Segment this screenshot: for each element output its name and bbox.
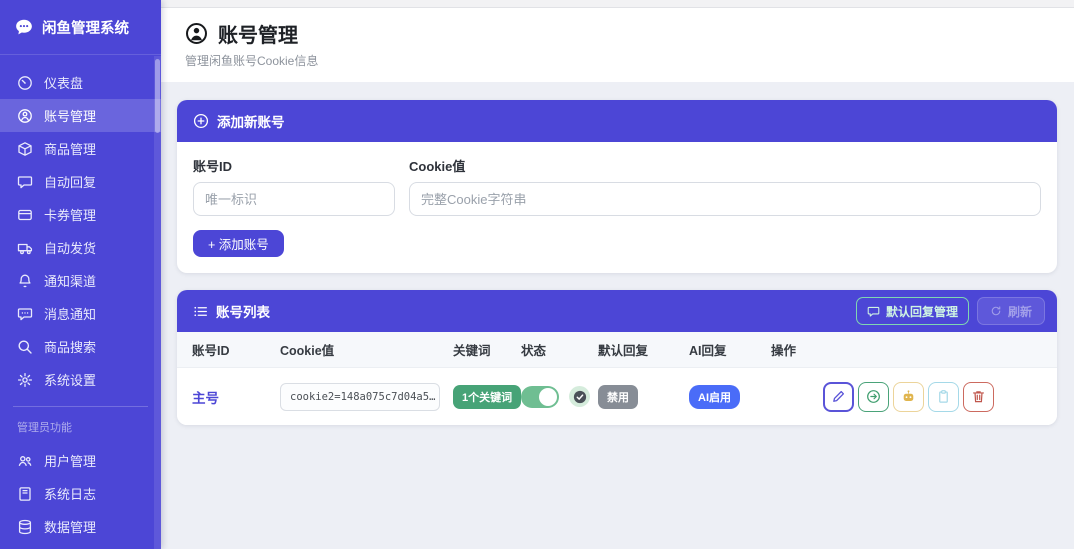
content: 添加新账号 账号ID Cookie值 + 添加账号 xyxy=(161,82,1074,549)
sidebar-item-user-management[interactable]: 用户管理 xyxy=(0,444,161,477)
gauge-icon xyxy=(17,75,33,91)
person-circle-icon xyxy=(185,22,208,45)
sidebar-item-system-logs[interactable]: 系统日志 xyxy=(0,477,161,510)
people-icon xyxy=(17,453,33,469)
page-subtitle: 管理闲鱼账号Cookie信息 xyxy=(185,54,319,68)
copy-button[interactable] xyxy=(928,381,959,412)
chat-dots-icon xyxy=(17,306,33,322)
col-header-cookie: Cookie值 xyxy=(280,344,335,358)
sidebar-item-label: 自动发货 xyxy=(44,241,97,256)
ai-reply-badge: AI启用 xyxy=(689,384,740,409)
cookie-value-input[interactable] xyxy=(409,182,1041,216)
sidebar-item-accounts[interactable]: 账号管理 xyxy=(0,99,161,132)
toggle-knob xyxy=(539,387,557,406)
add-account-card-header: 添加新账号 xyxy=(177,100,1057,142)
account-id-link[interactable]: 主号 xyxy=(192,391,219,406)
default-reply-badge: 禁用 xyxy=(598,384,638,409)
delete-button[interactable] xyxy=(963,381,994,412)
sidebar-item-auto-ship[interactable]: 自动发货 xyxy=(0,231,161,264)
add-account-button[interactable]: + 添加账号 xyxy=(193,230,284,257)
person-icon xyxy=(17,108,33,124)
sidebar-scrollbar-thumb[interactable] xyxy=(155,59,160,133)
app-logo: 闲鱼管理系统 xyxy=(0,0,161,55)
col-header-keywords: 关键词 xyxy=(453,344,491,358)
table-header-row: 账号ID Cookie值 关键词 状态 默认回复 AI回复 操作 xyxy=(177,332,1057,368)
account-list-card-title: 账号列表 xyxy=(216,305,270,320)
sidebar-item-label: 系统日志 xyxy=(44,487,97,502)
clipboard-icon xyxy=(936,389,951,404)
database-icon xyxy=(17,519,33,535)
plus-circle-icon xyxy=(193,113,209,129)
add-account-form: 账号ID Cookie值 + 添加账号 xyxy=(177,142,1057,273)
robot-icon xyxy=(901,389,916,404)
sidebar-item-dashboard[interactable]: 仪表盘 xyxy=(0,66,161,99)
sidebar-item-message-notify[interactable]: 消息通知 xyxy=(0,297,161,330)
sidebar-nav: 仪表盘 账号管理 商品管理 自动回复 卡券管理 自动发货 通知渠道 消息通知 商… xyxy=(0,55,161,543)
sidebar-item-notify-channels[interactable]: 通知渠道 xyxy=(0,264,161,297)
sidebar-item-label: 卡券管理 xyxy=(44,208,97,223)
journal-icon xyxy=(17,486,33,502)
cookie-value-display: cookie2=148a075c7d04a5… xyxy=(280,382,440,411)
arrow-right-circle-icon xyxy=(866,389,881,404)
col-header-actions: 操作 xyxy=(771,344,797,358)
cookie-value-label: Cookie值 xyxy=(409,159,466,174)
trash-icon xyxy=(971,389,986,404)
default-reply-manage-button[interactable]: 默认回复管理 xyxy=(855,297,969,325)
bell-icon xyxy=(17,273,33,289)
sidebar-item-products[interactable]: 商品管理 xyxy=(0,132,161,165)
gear-icon xyxy=(17,372,33,388)
sidebar-item-settings[interactable]: 系统设置 xyxy=(0,363,161,396)
keyword-count-badge: 1个关键词 xyxy=(453,384,522,409)
chat-icon xyxy=(867,305,880,318)
account-list-card: 账号列表 默认回复管理 刷新 账号ID Cookie值 关键词 状态 默认回复 … xyxy=(177,290,1057,425)
sidebar-item-auto-reply[interactable]: 自动回复 xyxy=(0,165,161,198)
enter-account-button[interactable] xyxy=(858,381,889,412)
col-header-ai-reply: AI回复 xyxy=(689,344,727,358)
sidebar: 闲鱼管理系统 仪表盘 账号管理 商品管理 自动回复 卡券管理 自动发货 通知渠道… xyxy=(0,0,161,549)
pencil-icon xyxy=(831,389,846,404)
account-list-card-header: 账号列表 默认回复管理 刷新 xyxy=(177,290,1057,332)
page-header: 账号管理 管理闲鱼账号Cookie信息 xyxy=(161,8,1074,82)
ai-robot-button[interactable] xyxy=(893,381,924,412)
main-area: 账号管理 管理闲鱼账号Cookie信息 添加新账号 账号ID 唯一标识 Cook… xyxy=(161,0,1074,549)
app-root: 闲鱼管理系统 仪表盘 账号管理 商品管理 自动回复 卡券管理 自动发货 通知渠道… xyxy=(0,0,1074,549)
truck-icon xyxy=(17,240,33,256)
add-account-card: 添加新账号 账号ID Cookie值 + 添加账号 xyxy=(177,100,1057,273)
sidebar-section-label: 管理员功能 xyxy=(17,422,72,434)
sidebar-item-label: 账号管理 xyxy=(44,109,97,124)
sidebar-item-product-search[interactable]: 商品搜索 xyxy=(0,330,161,363)
sidebar-item-label: 商品管理 xyxy=(44,142,97,157)
sidebar-item-data-management[interactable]: 数据管理 xyxy=(0,510,161,543)
refresh-button[interactable]: 刷新 xyxy=(976,297,1045,325)
sidebar-item-label: 数据管理 xyxy=(44,520,97,535)
account-id-input[interactable] xyxy=(193,182,395,216)
top-strip xyxy=(161,0,1074,8)
chat-icon xyxy=(17,174,33,190)
account-id-label: 账号ID xyxy=(193,159,233,174)
status-toggle[interactable] xyxy=(521,385,559,408)
status-check-icon xyxy=(569,386,590,407)
sidebar-item-cards[interactable]: 卡券管理 xyxy=(0,198,161,231)
refresh-icon xyxy=(990,305,1002,317)
add-account-card-title: 添加新账号 xyxy=(217,115,285,130)
app-title: 闲鱼管理系统 xyxy=(42,20,129,37)
sidebar-item-label: 通知渠道 xyxy=(44,274,97,289)
chat-bubble-logo-icon xyxy=(15,18,33,36)
col-header-status: 状态 xyxy=(521,344,547,358)
list-icon xyxy=(193,304,208,319)
sidebar-item-label: 自动回复 xyxy=(44,175,97,190)
sidebar-item-label: 仪表盘 xyxy=(44,76,84,91)
sidebar-item-label: 用户管理 xyxy=(44,454,97,469)
sidebar-item-label: 系统设置 xyxy=(44,373,97,388)
col-header-account-id: 账号ID xyxy=(192,344,230,358)
sidebar-item-label: 消息通知 xyxy=(44,307,97,322)
credit-card-icon xyxy=(17,207,33,223)
edit-button[interactable] xyxy=(823,381,854,412)
sidebar-item-label: 商品搜索 xyxy=(44,340,97,355)
page-title: 账号管理 xyxy=(218,25,298,47)
table-row: 主号 cookie2=148a075c7d04a5… 1个关键词 禁用 AI启用 xyxy=(177,368,1057,425)
search-icon xyxy=(17,339,33,355)
box-icon xyxy=(17,141,33,157)
col-header-default-reply: 默认回复 xyxy=(598,344,649,358)
